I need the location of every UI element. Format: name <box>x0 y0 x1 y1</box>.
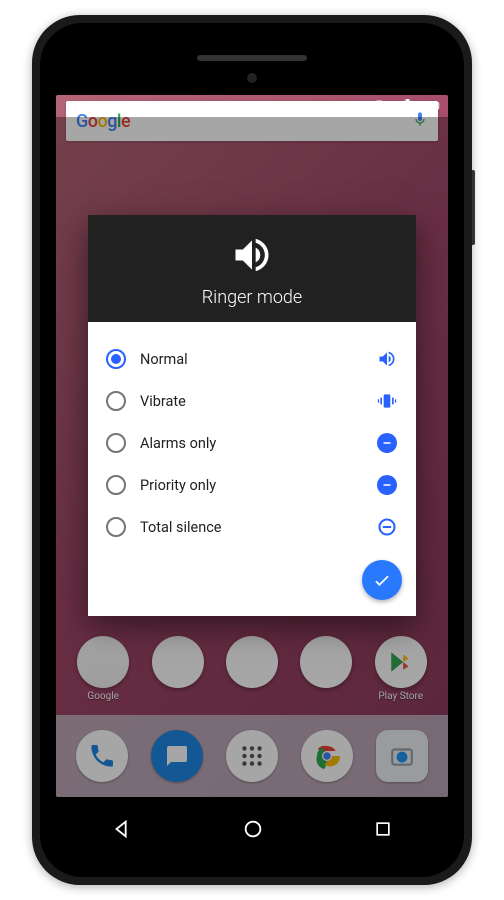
radio-icon <box>106 517 126 537</box>
navigation-bar <box>56 807 448 855</box>
dnd-circle-icon <box>376 516 398 538</box>
screen: 7:00 Google Google <box>56 95 448 797</box>
option-label: Priority only <box>140 477 362 494</box>
dialog-title: Ringer mode <box>88 287 416 308</box>
option-vibrate[interactable]: Vibrate <box>102 380 402 422</box>
options-list: Normal Vibrate Alarms <box>88 322 416 552</box>
dialog-header: Ringer mode <box>88 215 416 322</box>
radio-icon <box>106 349 126 369</box>
dnd-minus-icon <box>376 432 398 454</box>
speaker-icon <box>230 233 274 281</box>
dnd-minus-icon <box>376 474 398 496</box>
option-label: Normal <box>140 351 362 368</box>
vibrate-icon <box>376 390 398 412</box>
front-camera <box>247 73 257 83</box>
power-button <box>472 170 475 245</box>
volume-up-icon <box>376 348 398 370</box>
option-alarms-only[interactable]: Alarms only <box>102 422 402 464</box>
radio-icon <box>106 433 126 453</box>
option-priority-only[interactable]: Priority only <box>102 464 402 506</box>
option-label: Total silence <box>140 519 362 536</box>
option-normal[interactable]: Normal <box>102 338 402 380</box>
check-icon <box>372 570 392 590</box>
option-label: Alarms only <box>140 435 362 452</box>
nav-recent-button[interactable] <box>373 819 393 843</box>
radio-icon <box>106 391 126 411</box>
ringer-mode-dialog: Ringer mode Normal Vibrate <box>88 215 416 616</box>
nav-home-button[interactable] <box>242 818 264 844</box>
speaker-grille <box>197 55 307 61</box>
dialog-actions <box>88 552 416 616</box>
confirm-button[interactable] <box>362 560 402 600</box>
radio-icon <box>106 475 126 495</box>
nav-back-button[interactable] <box>111 818 133 844</box>
option-total-silence[interactable]: Total silence <box>102 506 402 548</box>
option-label: Vibrate <box>140 393 362 410</box>
phone-frame: 7:00 Google Google <box>32 15 472 885</box>
